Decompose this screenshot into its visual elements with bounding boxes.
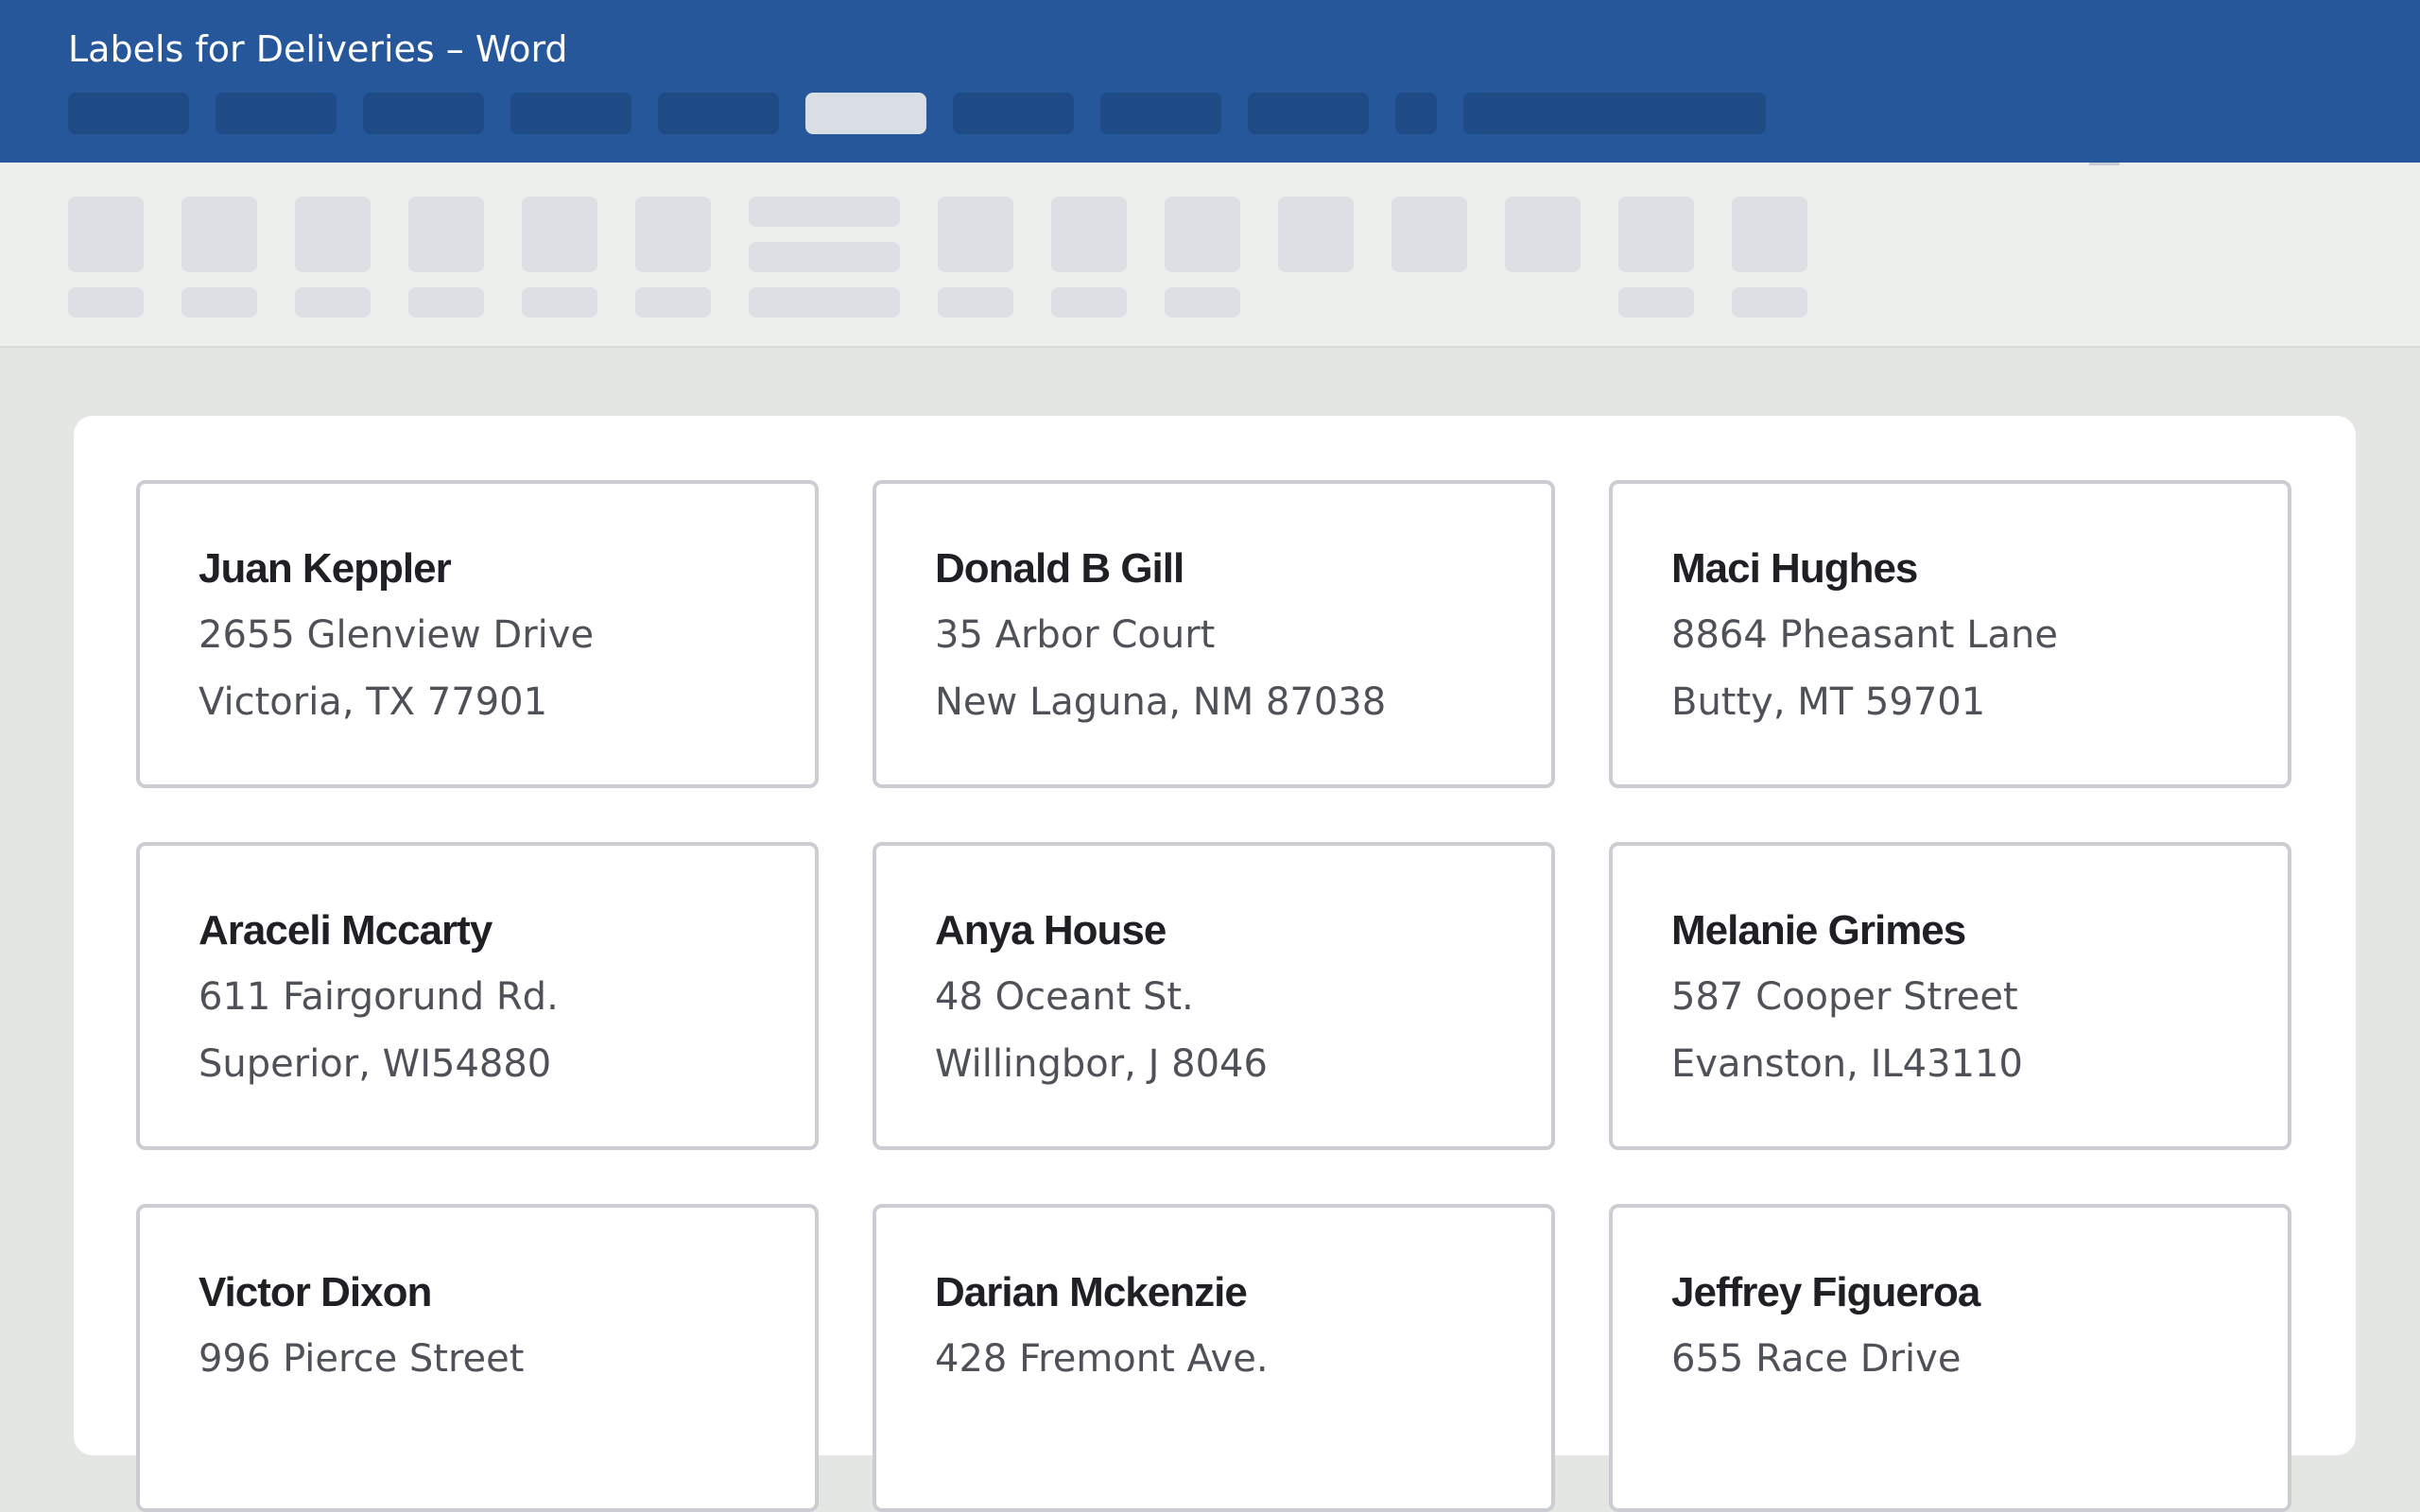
label-street: 587 Cooper Street	[1671, 975, 2018, 1019]
label-street: 611 Fairgorund Rd.	[199, 975, 559, 1019]
ribbon-tab-5[interactable]	[658, 93, 779, 134]
ribbon-toolbar	[0, 163, 2420, 348]
ribbon-button-4[interactable]	[408, 197, 484, 272]
label-card[interactable]: Jeffrey Figueroa 655 Race Drive	[1609, 1204, 2291, 1512]
ribbon-button-14[interactable]	[1732, 197, 1807, 272]
ribbon-button-6[interactable]	[635, 197, 711, 272]
ribbon-button-2-label	[182, 287, 257, 318]
label-name: Donald B Gill	[935, 545, 1184, 592]
label-city: Superior, WI54880	[199, 1042, 552, 1086]
label-street: 2655 Glenview Drive	[199, 613, 595, 657]
label-name: Melanie Grimes	[1671, 907, 1966, 954]
ribbon-dropdown-1[interactable]	[749, 197, 900, 227]
ribbon-collapse-mark	[2089, 163, 2119, 165]
label-street: 996 Pierce Street	[199, 1337, 525, 1381]
ribbon-tab-7[interactable]	[953, 93, 1074, 134]
label-card[interactable]: Melanie Grimes 587 Cooper Street Evansto…	[1609, 842, 2291, 1150]
ribbon-dropdown-3[interactable]	[749, 287, 900, 318]
title-bar: Labels for Deliveries – Word	[0, 0, 2420, 163]
ribbon-button-11[interactable]	[1392, 197, 1467, 272]
label-city: Victoria, TX 77901	[199, 680, 548, 724]
label-street: 8864 Pheasant Lane	[1671, 613, 2058, 657]
ribbon-button-7[interactable]	[938, 197, 1013, 272]
label-name: Araceli Mccarty	[199, 907, 493, 954]
label-city: New Laguna, NM 87038	[935, 680, 1387, 724]
label-name: Maci Hughes	[1671, 545, 1918, 592]
ribbon-button-12[interactable]	[1505, 197, 1581, 272]
label-card[interactable]: Maci Hughes 8864 Pheasant Lane Butty, MT…	[1609, 480, 2291, 788]
ribbon-button-13-label	[1618, 287, 1694, 318]
label-name: Victor Dixon	[199, 1269, 432, 1315]
label-card[interactable]: Darian Mckenzie 428 Fremont Ave.	[873, 1204, 1555, 1512]
ribbon-search[interactable]	[1463, 93, 1766, 134]
ribbon-button-5[interactable]	[522, 197, 597, 272]
ribbon-tab-9[interactable]	[1248, 93, 1369, 134]
ribbon-button-5-label	[522, 287, 597, 318]
label-name: Juan Keppler	[199, 545, 452, 592]
label-name: Jeffrey Figueroa	[1671, 1269, 1980, 1315]
label-name: Darian Mckenzie	[935, 1269, 1248, 1315]
document-page[interactable]: Juan Keppler 2655 Glenview Drive Victori…	[74, 416, 2356, 1512]
ribbon-button-9[interactable]	[1165, 197, 1240, 272]
label-name: Anya House	[935, 907, 1167, 954]
ribbon-button-2[interactable]	[182, 197, 257, 272]
window-title: Labels for Deliveries – Word	[68, 28, 568, 70]
ribbon-dropdown-2[interactable]	[749, 242, 900, 272]
ribbon-tab-3[interactable]	[363, 93, 484, 134]
label-city: Evanston, IL43110	[1671, 1042, 2023, 1086]
label-card[interactable]: Araceli Mccarty 611 Fairgorund Rd. Super…	[136, 842, 819, 1150]
label-street: 655 Race Drive	[1671, 1337, 1962, 1381]
label-card[interactable]: Anya House 48 Oceant St. Willingbor, J 8…	[873, 842, 1555, 1150]
ribbon-button-3[interactable]	[295, 197, 371, 272]
ribbon-tab-8[interactable]	[1100, 93, 1221, 134]
ribbon-tab-2[interactable]	[216, 93, 337, 134]
ribbon-button-1-label	[68, 287, 144, 318]
ribbon-button-9-label	[1165, 287, 1240, 318]
ribbon-tab-10[interactable]	[1395, 93, 1437, 134]
ribbon-button-7-label	[938, 287, 1013, 318]
ribbon-button-6-label	[635, 287, 711, 318]
label-street: 48 Oceant St.	[935, 975, 1194, 1019]
ribbon-button-8-label	[1051, 287, 1127, 318]
ribbon-tab-4[interactable]	[510, 93, 631, 134]
ribbon-button-10[interactable]	[1278, 197, 1354, 272]
ribbon-button-1[interactable]	[68, 197, 144, 272]
label-card[interactable]: Donald B Gill 35 Arbor Court New Laguna,…	[873, 480, 1555, 788]
label-city: Willingbor, J 8046	[935, 1042, 1268, 1086]
label-street: 428 Fremont Ave.	[935, 1337, 1269, 1381]
ribbon-button-3-label	[295, 287, 371, 318]
ribbon-button-13[interactable]	[1618, 197, 1694, 272]
label-street: 35 Arbor Court	[935, 613, 1216, 657]
label-card[interactable]: Victor Dixon 996 Pierce Street	[136, 1204, 819, 1512]
label-city: Butty, MT 59701	[1671, 680, 1986, 724]
ribbon-button-4-label	[408, 287, 484, 318]
label-card[interactable]: Juan Keppler 2655 Glenview Drive Victori…	[136, 480, 819, 788]
ribbon-button-14-label	[1732, 287, 1807, 318]
ribbon-button-8[interactable]	[1051, 197, 1127, 272]
ribbon-tab-6-active[interactable]	[805, 93, 926, 134]
ribbon-tab-1[interactable]	[68, 93, 189, 134]
